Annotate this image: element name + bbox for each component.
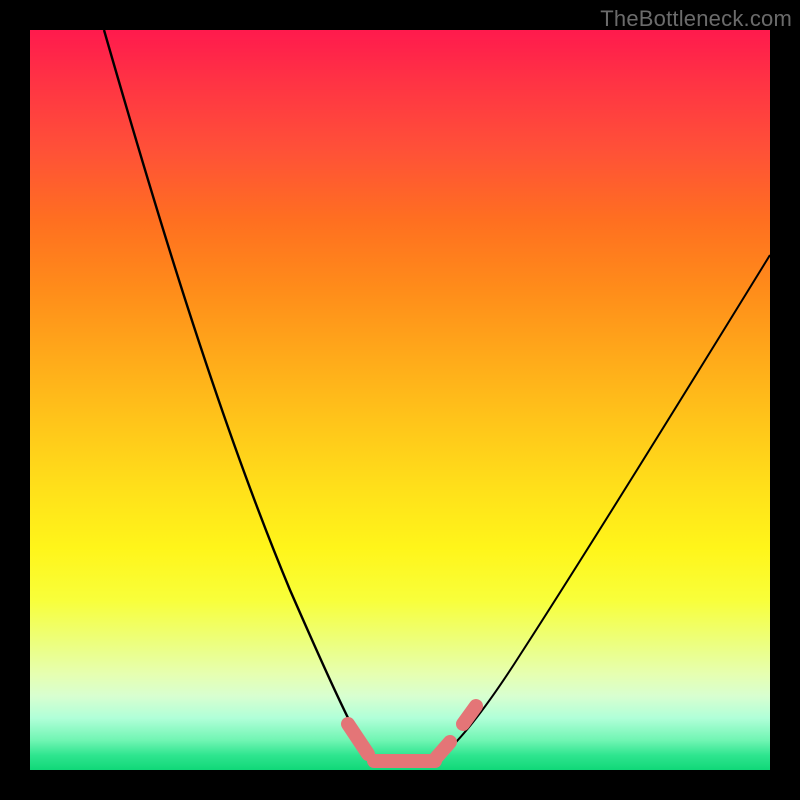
bottleneck-curve-right [442,255,770,756]
marker-group [348,706,476,761]
marker-right-flat-end [436,742,450,758]
plot-area [30,30,770,770]
curve-layer [30,30,770,770]
marker-left-flat-start [348,724,368,754]
bottleneck-curve-left [104,30,390,766]
chart-frame: TheBottleneck.com [0,0,800,800]
watermark-text: TheBottleneck.com [600,6,792,32]
